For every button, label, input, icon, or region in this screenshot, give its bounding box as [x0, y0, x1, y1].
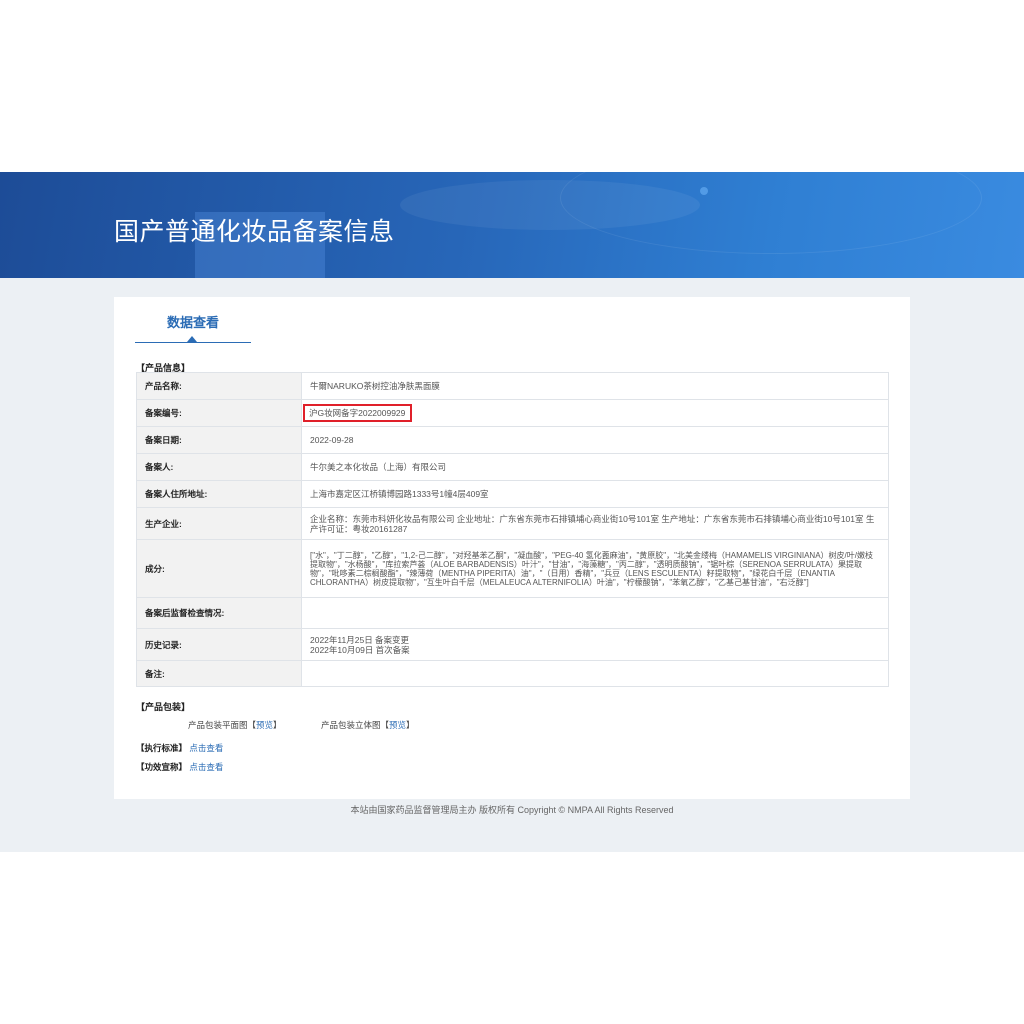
- registrant-value: 牛尔美之本化妆品（上海）有限公司: [301, 453, 889, 481]
- remarks-value: [301, 660, 889, 687]
- tab-indicator-caret-icon: [187, 336, 197, 342]
- efficacy-label: 【功效宣称】: [136, 762, 188, 772]
- supervision-value: [301, 597, 889, 629]
- table-row: 产品名称: 牛爾NARUKO茶树控油净肤黑面膜: [136, 372, 889, 400]
- manufacturer-value: 企业名称：东莞市科妍化妆品有限公司 企业地址：广东省东莞市石排镇埔心商业街10号…: [301, 507, 889, 540]
- row-label: 备案编号:: [136, 399, 302, 427]
- registration-date-value: 2022-09-28: [301, 426, 889, 454]
- bracket: 【: [247, 720, 257, 730]
- standard-view-link[interactable]: 点击查看: [189, 743, 223, 753]
- standard-line: 【执行标准】 点击查看: [136, 742, 223, 754]
- table-row: 生产企业: 企业名称：东莞市科妍化妆品有限公司 企业地址：广东省东莞市石排镇埔心…: [136, 507, 889, 540]
- table-row: 备案人: 牛尔美之本化妆品（上海）有限公司: [136, 453, 889, 481]
- content-card: 数据查看 【产品信息】 产品名称: 牛爾NARUKO茶树控油净肤黑面膜 备案编号…: [114, 297, 910, 799]
- packaging-solid-label: 产品包装立体图: [321, 720, 381, 730]
- table-row: 历史记录: 2022年11月25日 备案变更 2022年10月09日 首次备案: [136, 628, 889, 661]
- row-label: 备注:: [136, 660, 302, 687]
- standard-label: 【执行标准】: [136, 743, 188, 753]
- page-title: 国产普通化妆品备案信息: [114, 218, 395, 246]
- table-row: 备案编号: 沪G妆网备字2022009929: [136, 399, 889, 427]
- packaging-flat-item: 产品包装平面图【预览】: [188, 719, 282, 731]
- table-row: 成分: ["水"，"丁二醇"，"乙醇"，"1,2-己二醇"，"对羟基苯乙酮"，"…: [136, 539, 889, 598]
- packaging-heading: 【产品包装】: [136, 702, 191, 712]
- preview-flat-link[interactable]: 预览: [256, 720, 273, 730]
- row-label: 成分:: [136, 539, 302, 598]
- row-label: 备案人住所地址:: [136, 480, 302, 508]
- efficacy-line: 【功效宣称】 点击查看: [136, 761, 223, 773]
- product-info-table: 产品名称: 牛爾NARUKO茶树控油净肤黑面膜 备案编号: 沪G妆网备字2022…: [136, 372, 889, 687]
- table-row: 备案人住所地址: 上海市嘉定区江桥镇博园路1333号1幢4层409室: [136, 480, 889, 508]
- header-banner: 国产普通化妆品备案信息: [0, 172, 1024, 278]
- row-label: 备案人:: [136, 453, 302, 481]
- table-row: 备案日期: 2022-09-28: [136, 426, 889, 454]
- registrant-address-value: 上海市嘉定区江桥镇博园路1333号1幢4层409室: [301, 480, 889, 508]
- product-name-value: 牛爾NARUKO茶树控油净肤黑面膜: [301, 372, 889, 400]
- row-label: 生产企业:: [136, 507, 302, 540]
- packaging-solid-item: 产品包装立体图【预览】: [321, 719, 415, 731]
- table-row: 备案后监督检查情况:: [136, 597, 889, 629]
- row-label: 备案后监督检查情况:: [136, 597, 302, 629]
- row-label: 产品名称:: [136, 372, 302, 400]
- bracket: 【: [380, 720, 390, 730]
- efficacy-view-link[interactable]: 点击查看: [189, 762, 223, 772]
- registration-number-highlighted: 沪G妆网备字2022009929: [303, 404, 413, 422]
- preview-solid-link[interactable]: 预览: [389, 720, 406, 730]
- banner-decoration: [560, 172, 982, 254]
- bracket: 】: [406, 720, 415, 730]
- packaging-flat-label: 产品包装平面图: [188, 720, 248, 730]
- tab-underline: [135, 342, 251, 343]
- table-row: 备注:: [136, 660, 889, 687]
- history-value: 2022年11月25日 备案变更 2022年10月09日 首次备案: [301, 628, 889, 661]
- footer-copyright: 本站由国家药品监督管理局主办 版权所有 Copyright © NMPA All…: [350, 805, 674, 815]
- ingredients-value: ["水"，"丁二醇"，"乙醇"，"1,2-己二醇"，"对羟基苯乙酮"，"凝血酸"…: [301, 539, 889, 598]
- row-label: 备案日期:: [136, 426, 302, 454]
- row-label: 历史记录:: [136, 628, 302, 661]
- bracket: 】: [273, 720, 282, 730]
